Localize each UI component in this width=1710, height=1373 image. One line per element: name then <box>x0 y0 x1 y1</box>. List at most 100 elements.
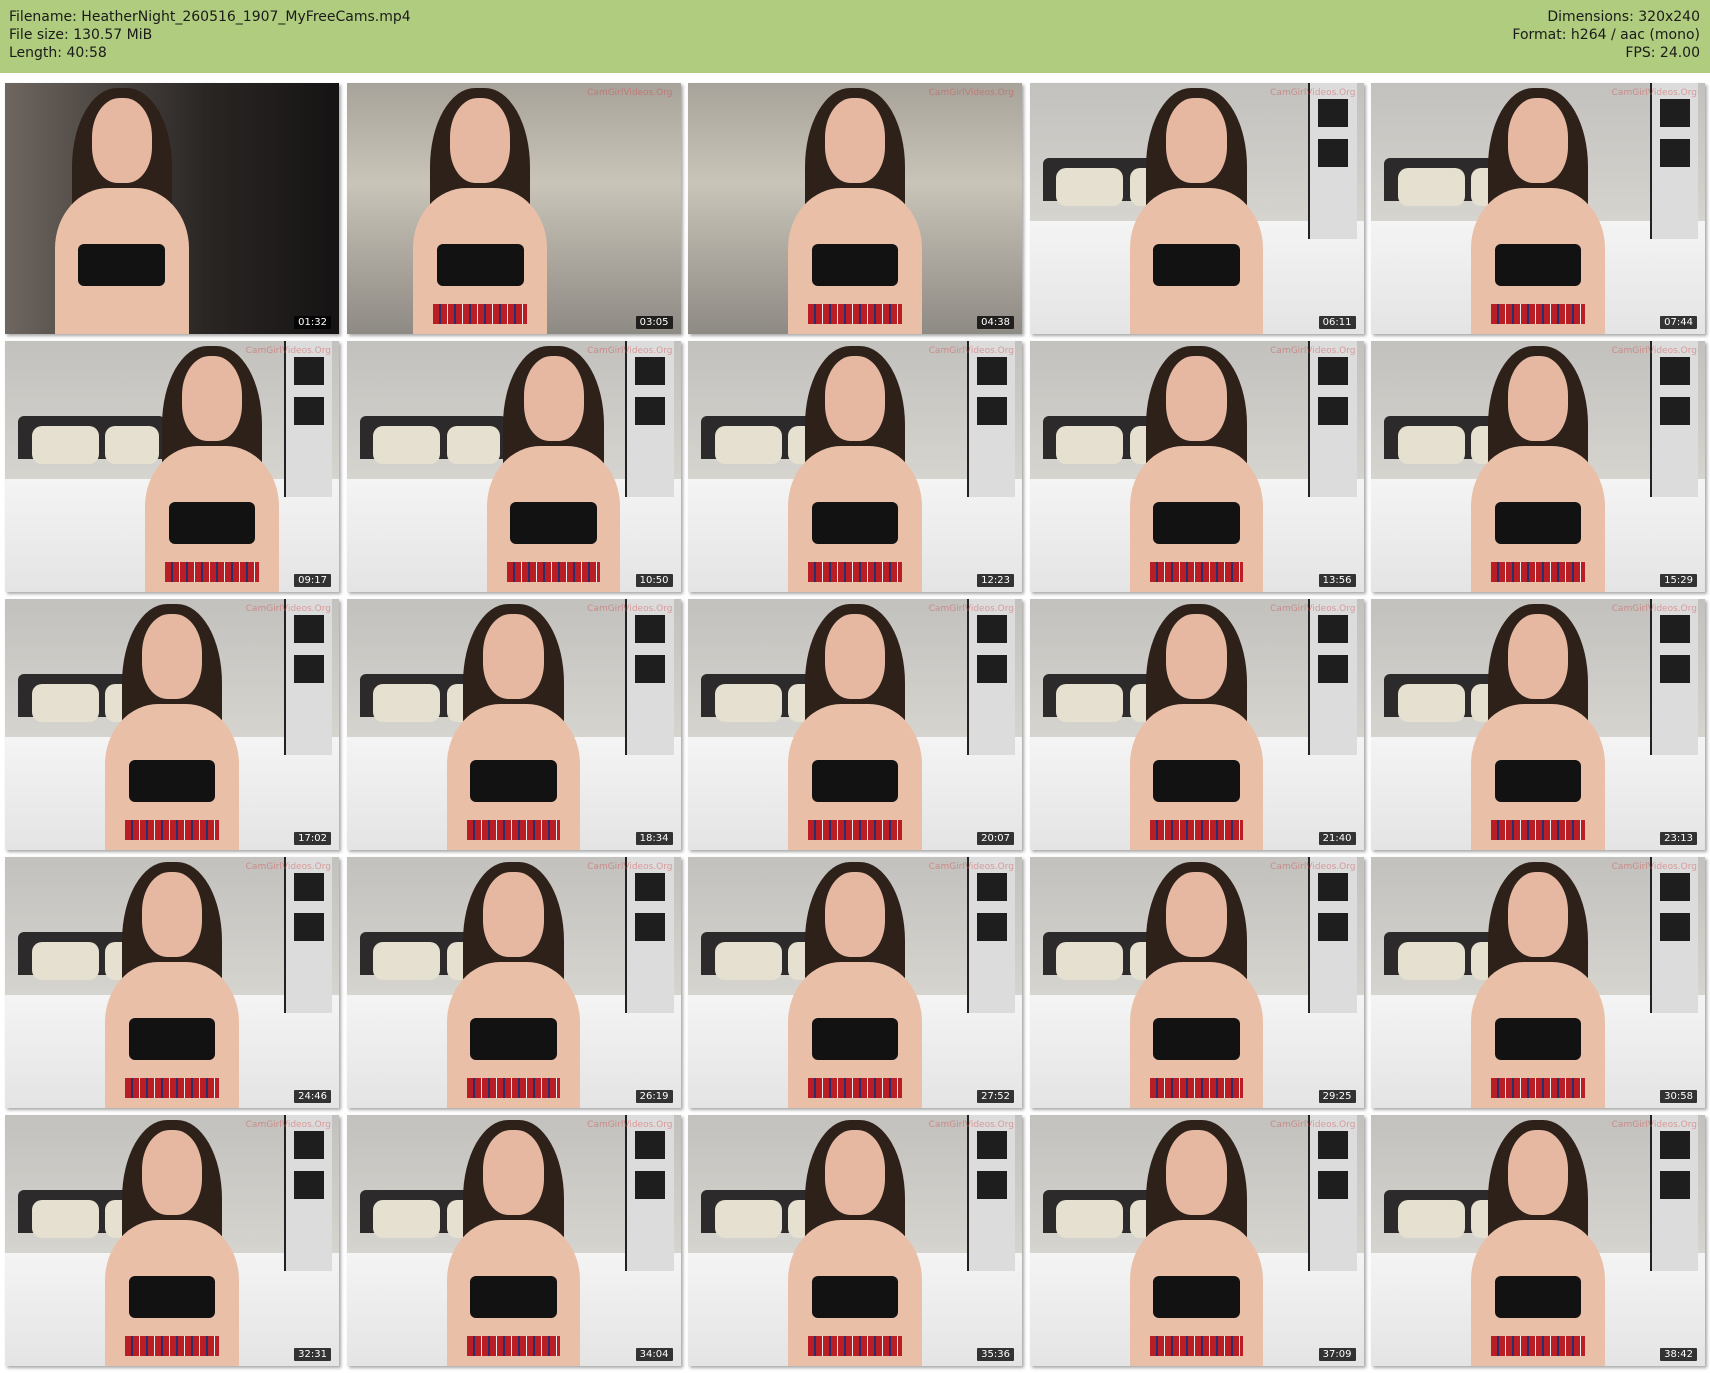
frame-image <box>1371 857 1705 1108</box>
timestamp-label: 35:36 <box>977 1348 1014 1361</box>
frame-image <box>346 1115 681 1366</box>
watermark: CamGirlVideos.Org <box>1270 862 1356 872</box>
watermark: CamGirlVideos.Org <box>928 862 1014 872</box>
watermark: CamGirlVideos.Org <box>1611 1120 1697 1130</box>
file-info-right: Dimensions: 320x240 Format: h264 / aac (… <box>1512 8 1700 62</box>
timestamp-label: 12:23 <box>977 574 1014 587</box>
watermark: CamGirlVideos.Org <box>245 346 331 356</box>
video-thumbnail[interactable]: CamGirlVideos.Org 12:23 <box>688 341 1022 592</box>
video-thumbnail[interactable]: CamGirlVideos.Org 18:34 <box>346 599 681 850</box>
frame-image <box>1371 341 1705 592</box>
frame-image <box>5 857 339 1108</box>
video-thumbnail[interactable]: CamGirlVideos.Org 17:02 <box>5 599 339 850</box>
video-thumbnail[interactable]: CamGirlVideos.Org 35:36 <box>688 1115 1022 1366</box>
video-thumbnail[interactable]: CamGirlVideos.Org 21:40 <box>1029 599 1364 850</box>
timestamp-label: 01:32 <box>294 316 331 329</box>
timestamp-label: 03:05 <box>635 316 673 329</box>
frame-image <box>5 599 339 850</box>
frame-image <box>346 599 681 850</box>
timestamp-label: 18:34 <box>635 832 673 845</box>
timestamp-label: 37:09 <box>1318 1348 1356 1361</box>
video-thumbnail[interactable]: CamGirlVideos.Org 03:05 <box>346 83 681 334</box>
video-thumbnail[interactable]: CamGirlVideos.Org 30:58 <box>1371 857 1705 1108</box>
timestamp-label: 20:07 <box>977 832 1014 845</box>
frame-image <box>688 83 1022 334</box>
frame-image <box>5 341 339 592</box>
timestamp-label: 30:58 <box>1660 1090 1697 1103</box>
video-thumbnail[interactable]: CamGirlVideos.Org 07:44 <box>1371 83 1705 334</box>
timestamp-label: 24:46 <box>294 1090 331 1103</box>
frame-image <box>346 341 681 592</box>
frame-image <box>5 83 339 334</box>
frame-image <box>346 857 681 1108</box>
frame-image <box>1371 599 1705 850</box>
watermark: CamGirlVideos.Org <box>1611 604 1697 614</box>
frame-image <box>688 1115 1022 1366</box>
timestamp-label: 27:52 <box>977 1090 1014 1103</box>
timestamp-label: 21:40 <box>1318 832 1356 845</box>
file-info-left: Filename: HeatherNight_260516_1907_MyFre… <box>9 8 411 62</box>
watermark: CamGirlVideos.Org <box>928 1120 1014 1130</box>
frame-image <box>5 1115 339 1366</box>
frame-image <box>1029 341 1364 592</box>
video-thumbnail[interactable]: CamGirlVideos.Org 09:17 <box>5 341 339 592</box>
frame-image <box>1029 857 1364 1108</box>
watermark: CamGirlVideos.Org <box>587 1120 673 1130</box>
frame-image <box>688 341 1022 592</box>
video-thumbnail[interactable]: CamGirlVideos.Org 15:29 <box>1371 341 1705 592</box>
timestamp-label: 17:02 <box>294 832 331 845</box>
watermark: CamGirlVideos.Org <box>587 862 673 872</box>
video-thumbnail[interactable]: CamGirlVideos.Org 34:04 <box>346 1115 681 1366</box>
video-thumbnail[interactable]: CamGirlVideos.Org 29:25 <box>1029 857 1364 1108</box>
fps-line: FPS: 24.00 <box>1625 45 1700 61</box>
filename-line: Filename: HeatherNight_260516_1907_MyFre… <box>9 9 411 25</box>
watermark: CamGirlVideos.Org <box>1611 862 1697 872</box>
timestamp-label: 06:11 <box>1318 316 1356 329</box>
video-thumbnail[interactable]: CamGirlVideos.Org 24:46 <box>5 857 339 1108</box>
watermark: CamGirlVideos.Org <box>587 346 673 356</box>
watermark: CamGirlVideos.Org <box>1270 88 1356 98</box>
timestamp-label: 23:13 <box>1660 832 1697 845</box>
video-thumbnail[interactable]: CamGirlVideos.Org 27:52 <box>688 857 1022 1108</box>
video-thumbnail[interactable]: CamGirlVideos.Org 37:09 <box>1029 1115 1364 1366</box>
frame-image <box>1371 1115 1705 1366</box>
frame-image <box>1029 1115 1364 1366</box>
frame-image <box>1029 83 1364 334</box>
watermark: CamGirlVideos.Org <box>1270 346 1356 356</box>
watermark: CamGirlVideos.Org <box>587 604 673 614</box>
timestamp-label: 07:44 <box>1660 316 1697 329</box>
timestamp-label: 38:42 <box>1660 1348 1697 1361</box>
timestamp-label: 13:56 <box>1318 574 1356 587</box>
video-thumbnail[interactable]: CamGirlVideos.Org 23:13 <box>1371 599 1705 850</box>
frame-image <box>1029 599 1364 850</box>
video-thumbnail[interactable]: CamGirlVideos.Org 10:50 <box>346 341 681 592</box>
video-thumbnail[interactable]: CamGirlVideos.Org 20:07 <box>688 599 1022 850</box>
watermark: CamGirlVideos.Org <box>587 88 673 98</box>
video-thumbnail[interactable]: CamGirlVideos.Org 13:56 <box>1029 341 1364 592</box>
frame-image <box>1371 83 1705 334</box>
video-thumbnail[interactable]: CamGirlVideos.Org 06:11 <box>1029 83 1364 334</box>
timestamp-label: 10:50 <box>635 574 673 587</box>
frame-image <box>688 599 1022 850</box>
length-line: Length: 40:58 <box>9 45 107 61</box>
watermark: CamGirlVideos.Org <box>245 604 331 614</box>
video-thumbnail[interactable]: CamGirlVideos.Org 38:42 <box>1371 1115 1705 1366</box>
watermark: CamGirlVideos.Org <box>928 604 1014 614</box>
video-thumbnail[interactable]: CamGirlVideos.Org 04:38 <box>688 83 1022 334</box>
timestamp-label: 09:17 <box>294 574 331 587</box>
watermark: CamGirlVideos.Org <box>245 1120 331 1130</box>
video-thumbnail[interactable]: 01:32 <box>5 83 339 334</box>
timestamp-label: 04:38 <box>977 316 1014 329</box>
timestamp-label: 29:25 <box>1318 1090 1356 1103</box>
timestamp-label: 32:31 <box>294 1348 331 1361</box>
watermark: CamGirlVideos.Org <box>1270 604 1356 614</box>
video-thumbnail[interactable]: CamGirlVideos.Org 32:31 <box>5 1115 339 1366</box>
format-line: Format: h264 / aac (mono) <box>1512 27 1700 43</box>
watermark: CamGirlVideos.Org <box>1611 346 1697 356</box>
frame-image <box>688 857 1022 1108</box>
timestamp-label: 15:29 <box>1660 574 1697 587</box>
video-thumbnail[interactable]: CamGirlVideos.Org 26:19 <box>346 857 681 1108</box>
filesize-line: File size: 130.57 MiB <box>9 27 153 43</box>
thumbnail-grid: 01:32 CamGirlVideos.Org 03:05 CamGirlVideos… <box>5 83 1705 1366</box>
frame-image <box>346 83 681 334</box>
